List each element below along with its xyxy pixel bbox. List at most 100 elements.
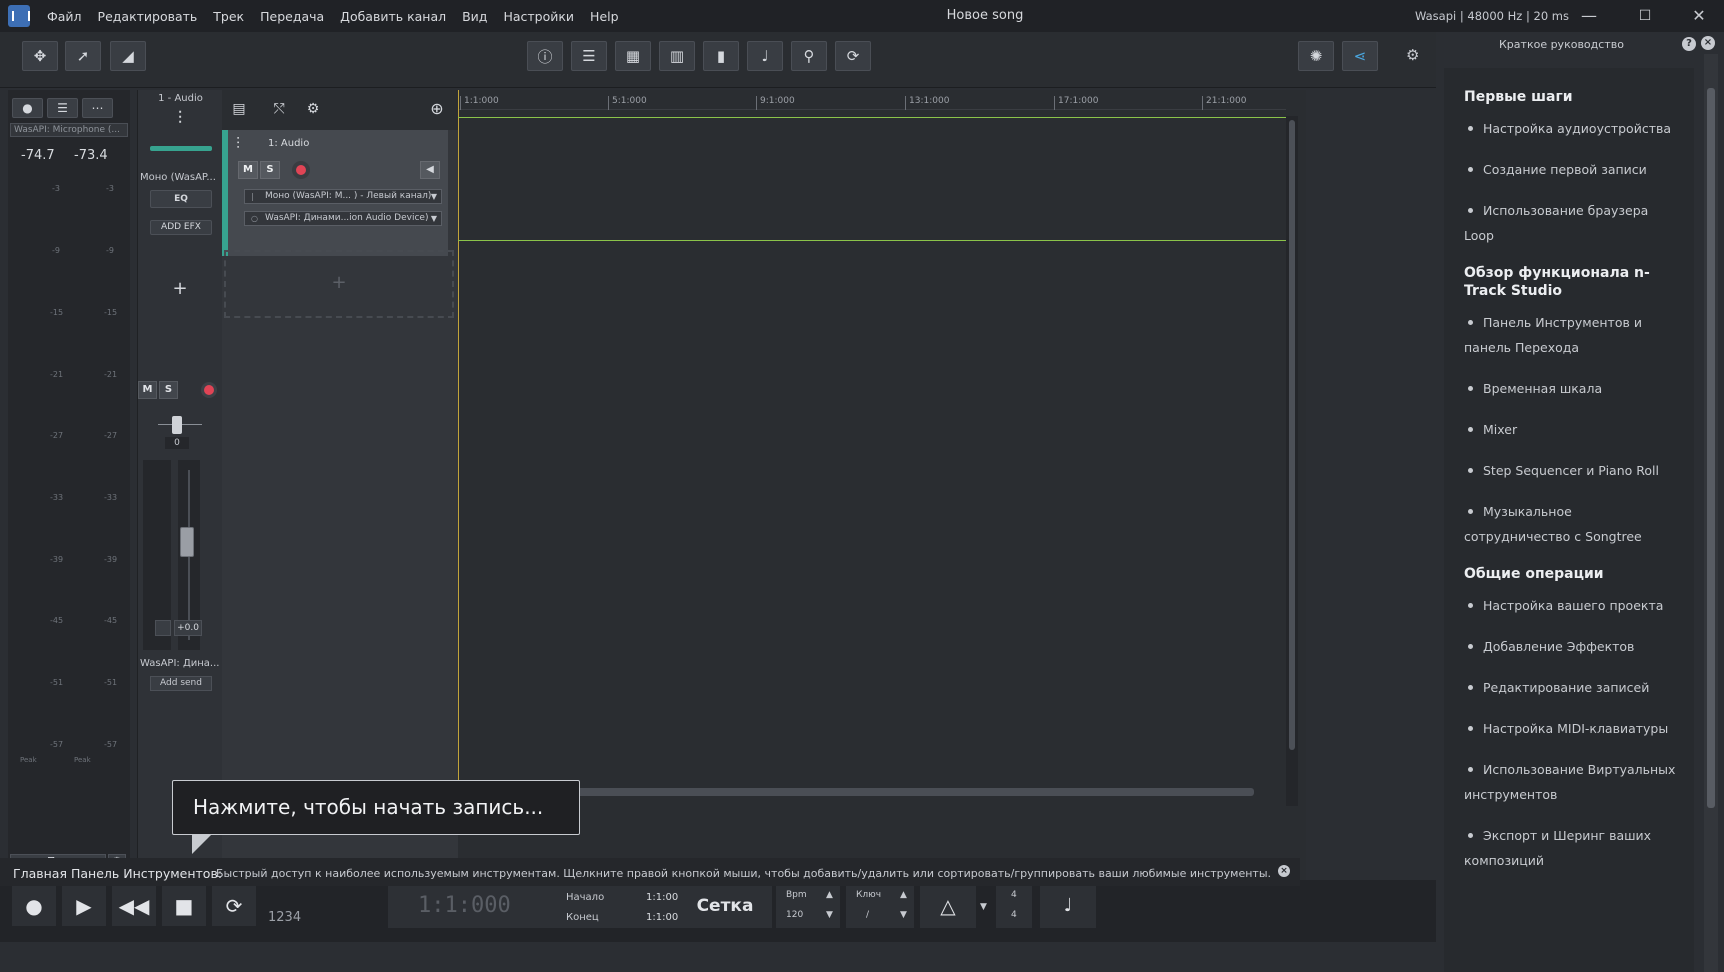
menu-file[interactable]: Файл [47, 9, 82, 24]
strip-input[interactable]: Моно (WasAP... [140, 172, 222, 183]
timeline-hscrollbar[interactable] [538, 788, 1254, 796]
audio-device-info[interactable]: Wasapi | 48000 Hz | 20 ms [1415, 9, 1569, 23]
metronome-button[interactable]: ♩ [747, 41, 783, 71]
strip-solo-button[interactable]: S [159, 381, 178, 399]
tempo-icon: ♩ [1063, 895, 1073, 916]
effects-button[interactable]: ✺ [1298, 41, 1334, 71]
menu-view[interactable]: Вид [462, 9, 487, 24]
track-output-select[interactable]: ○ WasAPI: Динами...ion Audio Device) ▼ [244, 211, 442, 226]
timeline[interactable]: 1:1:000 5:1:000 9:1:000 13:1:000 17:1:00… [458, 90, 1306, 880]
more-button[interactable]: ⋯ [82, 98, 113, 118]
rewind-button[interactable]: ◀◀ [112, 886, 156, 926]
guide-link[interactable]: Mixer [1464, 417, 1682, 442]
settings-icon[interactable]: ⚙ [1406, 46, 1419, 64]
meter-input-device[interactable]: WasAPI: Microphone (... [10, 123, 128, 137]
guitar-button[interactable]: ⚲ [791, 41, 827, 71]
strip-option-button[interactable] [155, 620, 171, 636]
add-track-placeholder[interactable]: + [224, 250, 454, 318]
add-fx-button[interactable]: ADD EFX [150, 220, 212, 235]
add-plugin-icon[interactable]: + [162, 275, 198, 303]
track-name[interactable]: 1: Audio [268, 138, 309, 149]
loop-toggle-button[interactable]: ⟳ [212, 886, 256, 926]
record-button[interactable]: ● [12, 886, 56, 926]
volume-envelope-button[interactable]: ◢ [110, 41, 146, 71]
close-window-button[interactable]: ✕ [1676, 0, 1722, 32]
routing-icon[interactable]: ⤲ [264, 98, 294, 120]
menu-help[interactable]: Help [590, 9, 619, 24]
guide-link[interactable]: Использование Виртуальных инструментов [1464, 757, 1682, 807]
pan-slider[interactable] [172, 416, 182, 434]
track-input-select[interactable]: | Моно (WasAPI: M... ) - Левый канал) ▼ [244, 189, 442, 204]
gain-value[interactable]: +0.0 [174, 620, 202, 636]
guide-link[interactable]: Панель Инструментов и панель Перехода [1464, 310, 1682, 360]
strip-record-button[interactable] [201, 382, 217, 398]
move-tool-button[interactable]: ✥ [22, 41, 58, 71]
guide-link[interactable]: Временная шкала [1464, 376, 1682, 401]
guide-link[interactable]: Музыкальное сотрудничество с Songtree [1464, 499, 1682, 549]
menu-track[interactable]: Трек [213, 9, 244, 24]
mixer-button[interactable]: ☰ [571, 41, 607, 71]
guide-link[interactable]: Добавление Эффектов [1464, 634, 1682, 659]
tempo-button[interactable]: ♩ [1040, 884, 1096, 928]
close-icon[interactable]: × [1278, 865, 1290, 877]
bpm-control[interactable]: Bpm 120 ▲ ▼ [776, 884, 840, 928]
track-solo-button[interactable]: S [260, 161, 280, 179]
bpm-up-icon[interactable]: ▲ [826, 890, 833, 900]
strip-output[interactable]: WasAPI: Дина... [140, 658, 222, 669]
strip-mute-button[interactable]: M [138, 381, 157, 399]
add-send-button[interactable]: Add send [150, 676, 212, 691]
tuner-button[interactable]: ▮ [703, 41, 739, 71]
track-settings-icon[interactable]: ⚙ [298, 98, 328, 120]
timeline-vscrollbar[interactable] [1286, 116, 1298, 806]
guide-link[interactable]: Настройка аудиоустройства [1464, 116, 1682, 141]
volume-fader[interactable] [180, 527, 194, 557]
minimize-button[interactable]: — [1566, 0, 1612, 32]
key-up-icon[interactable]: ▲ [900, 890, 907, 900]
track-menu-icon[interactable]: ▤ [224, 98, 254, 120]
key-control[interactable]: Ключ / ▲ ▼ [846, 884, 914, 928]
chevron-down-icon[interactable]: ▼ [980, 902, 987, 912]
record-arm-button[interactable]: ● [12, 98, 43, 118]
eq-button[interactable]: EQ [150, 190, 212, 208]
help-icon[interactable]: ? [1682, 37, 1696, 51]
track-row[interactable]: ⫶ 1: Audio M S ◀ | Моно (WasAPI: M... ) -… [222, 130, 448, 256]
guide-link[interactable]: Настройка MIDI-клавиатуры [1464, 716, 1682, 741]
guide-link[interactable]: Экспорт и Шеринг ваших композиций [1464, 823, 1682, 873]
guide-link[interactable]: Использование браузера Loop [1464, 198, 1682, 248]
menu-transport[interactable]: Передача [260, 9, 324, 24]
share-button[interactable]: ⋖ [1342, 41, 1378, 71]
track-record-button[interactable] [292, 161, 310, 179]
list-button[interactable]: ☰ [47, 98, 78, 118]
speaker-icon[interactable]: ◀ [420, 161, 440, 179]
guide-link[interactable]: Настройка вашего проекта [1464, 593, 1682, 618]
key-down-icon[interactable]: ▼ [900, 910, 907, 920]
guide-scroll-thumb[interactable] [1707, 88, 1715, 808]
timeline-vscroll-thumb[interactable] [1289, 120, 1295, 750]
bpm-value[interactable]: 120 [786, 910, 803, 920]
menu-add-channel[interactable]: Добавить канал [340, 9, 446, 24]
guide-link[interactable]: Редактирование записей [1464, 675, 1682, 700]
time-signature[interactable]: 4 4 [996, 884, 1032, 928]
grid-button[interactable]: Сетка [678, 884, 772, 928]
guide-link[interactable]: Step Sequencer и Piano Roll [1464, 458, 1682, 483]
track-mute-button[interactable]: M [238, 161, 258, 179]
play-button[interactable]: ▶ [62, 886, 106, 926]
menu-settings[interactable]: Настройки [503, 9, 574, 24]
pointer-tool-button[interactable]: ➚ [65, 41, 101, 71]
metronome-toggle[interactable]: △ [920, 884, 976, 928]
add-track-icon[interactable]: ⊕ [422, 98, 452, 120]
step-sequencer-button[interactable]: ▦ [615, 41, 651, 71]
loop-button[interactable]: ⟳ [835, 41, 871, 71]
piano-button[interactable]: ▥ [659, 41, 695, 71]
info-button[interactable]: ⓘ [527, 41, 563, 71]
timeline-ruler[interactable]: 1:1:000 5:1:000 9:1:000 13:1:000 17:1:00… [458, 90, 1286, 110]
guide-scrollbar[interactable] [1704, 54, 1718, 972]
playhead-cursor[interactable] [458, 90, 459, 800]
bpm-down-icon[interactable]: ▼ [826, 910, 833, 920]
close-icon[interactable]: × [1701, 36, 1715, 50]
maximize-button[interactable]: ☐ [1622, 0, 1668, 32]
key-value[interactable]: / [866, 910, 869, 920]
menu-edit[interactable]: Редактировать [98, 9, 198, 24]
guide-link[interactable]: Создание первой записи [1464, 157, 1682, 182]
stop-button[interactable]: ■ [162, 886, 206, 926]
